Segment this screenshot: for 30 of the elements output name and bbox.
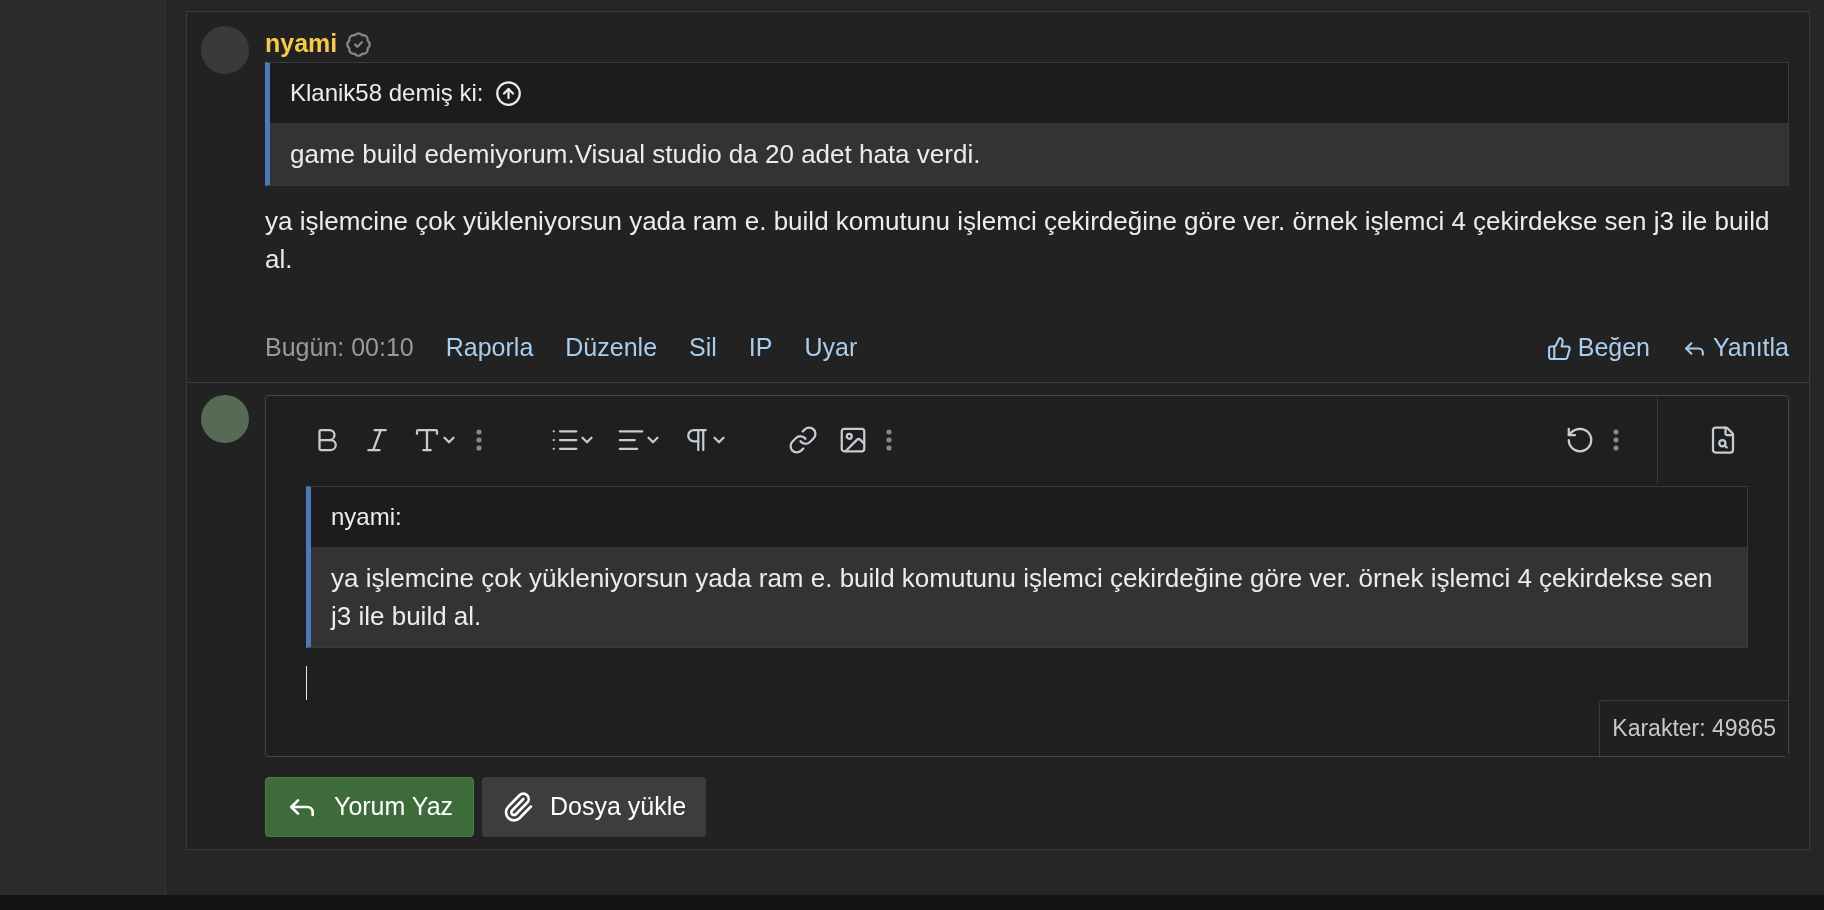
post-action-link[interactable]: Raporla — [445, 329, 534, 367]
thumbs-up-icon — [1546, 335, 1572, 361]
image-icon — [838, 425, 868, 455]
like-link[interactable]: Beğen — [1546, 329, 1650, 367]
post-action-link[interactable]: Sil — [689, 329, 717, 367]
reply-link[interactable]: Yanıtla — [1682, 329, 1789, 367]
character-count: Karakter: 49865 — [1599, 700, 1788, 756]
quote-author: Klanik58 demiş ki: — [290, 78, 484, 108]
post-body: ya işlemcine çok yükleniyorsun yada ram e. build komutunu işlemci çekirdeğine göre ver. örnek işlemci 4 çekirdekse sen j3 ile build al. — [265, 205, 1771, 276]
paperclip-icon — [502, 791, 535, 823]
vertical-dots-icon — [1613, 429, 1619, 451]
text-cursor — [306, 666, 307, 700]
post-action-link[interactable]: IP — [748, 329, 773, 367]
vertical-dots-icon — [886, 429, 892, 451]
post-time: Bugün: 00:10 — [265, 332, 414, 364]
link-icon — [788, 425, 818, 455]
username[interactable]: nyami — [265, 25, 338, 63]
quote-text: ya işlemcine çok yükleniyorsun yada ram e. build komutunu işlemci çekirdeğine göre ver. örnek işlemci 4 çekirdekse sen j3 ile build al. — [331, 562, 1714, 633]
submit-button[interactable]: Yorum Yaz — [265, 777, 475, 837]
undo-icon — [1565, 425, 1595, 455]
quote-author: nyami: — [331, 502, 402, 532]
arrow-up-circle-icon[interactable] — [495, 79, 523, 107]
verified-badge-icon — [345, 30, 373, 58]
post-action-link[interactable]: Düzenle — [565, 329, 658, 367]
upload-button[interactable]: Dosya yükle — [482, 777, 707, 837]
avatar — [201, 395, 249, 443]
post-action-link[interactable]: Uyar — [804, 329, 858, 367]
avatar — [201, 26, 249, 74]
quote-text: game build edemiyorum.Visual studio da 20 adet hata verdi. — [290, 138, 982, 171]
vertical-dots-icon — [476, 429, 482, 451]
